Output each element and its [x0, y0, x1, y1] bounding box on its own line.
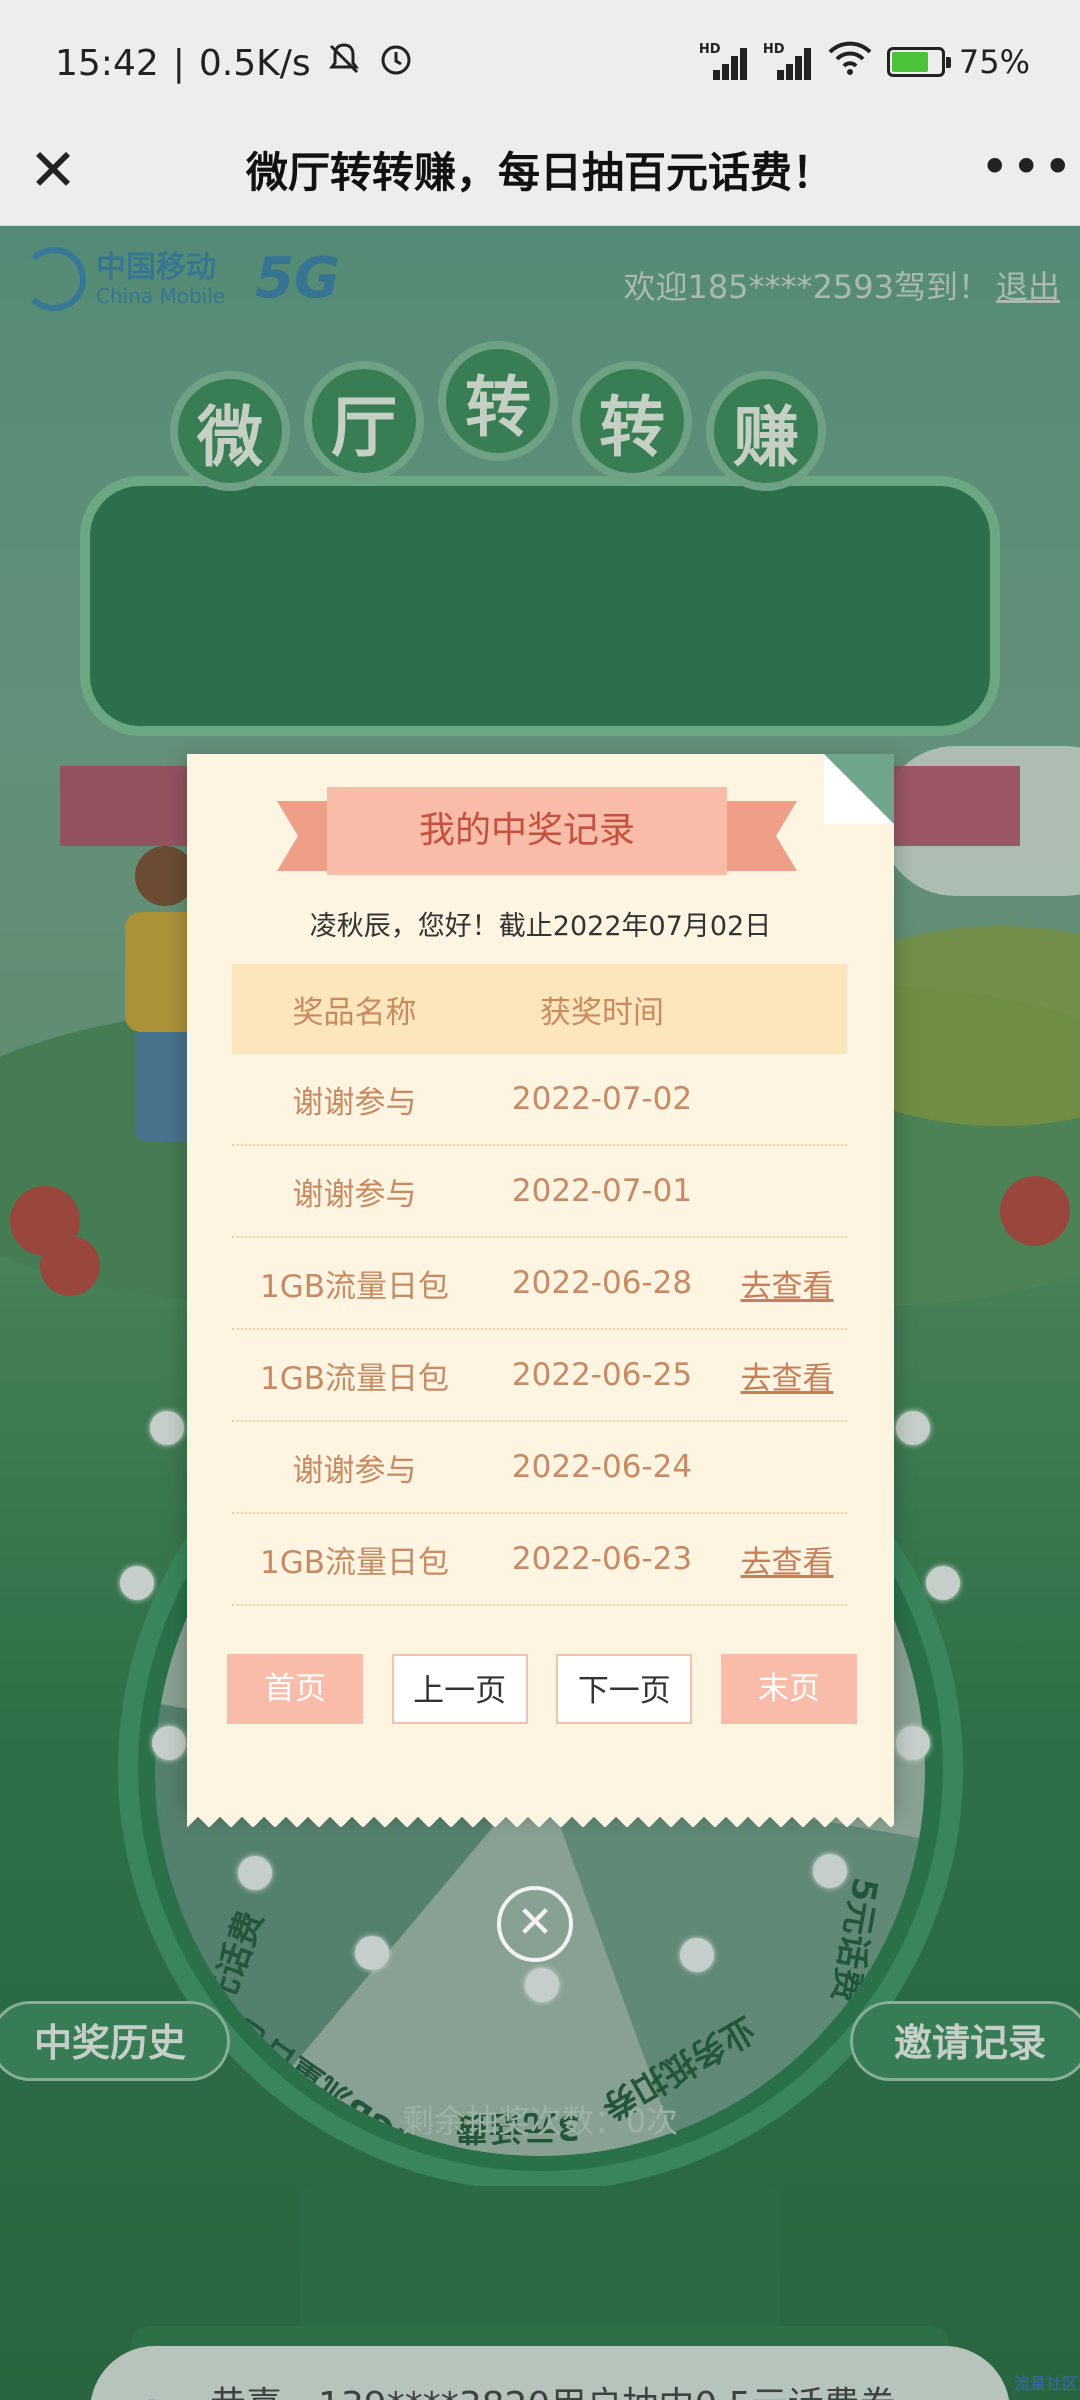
prize-name: 谢谢参与 — [292, 1176, 417, 1213]
signal-icon: HD — [763, 42, 813, 80]
prize-name: 1GB流量日包 — [259, 1544, 449, 1581]
table-row: 1GB流量日包 2022-06-28 去查看 — [232, 1238, 847, 1330]
first-page-button[interactable]: 首页 — [227, 1654, 363, 1724]
last-page-button[interactable]: 末页 — [720, 1654, 857, 1724]
battery-percent: 75% — [958, 43, 1030, 81]
separator: | — [172, 43, 185, 84]
column-header-prize: 奖品名称 — [292, 994, 417, 1031]
table-row: 1GB流量日包 2022-06-23 去查看 — [232, 1514, 847, 1606]
close-icon[interactable]: ✕ — [28, 140, 78, 200]
table-header: 奖品名称 获奖时间 — [232, 964, 847, 1054]
alarm-icon — [377, 40, 415, 87]
next-page-button[interactable]: 下一页 — [556, 1654, 693, 1724]
table-row: 谢谢参与 2022-06-24 — [232, 1422, 847, 1514]
prize-date: 2022-07-02 — [511, 1081, 693, 1117]
page-title: 微厅转转赚，每日抽百元话费！ — [245, 148, 834, 197]
modal-close-icon[interactable]: ✕ — [497, 1886, 573, 1962]
zigzag-edge — [187, 1807, 894, 1827]
prize-name: 谢谢参与 — [292, 1084, 417, 1121]
modal-title-ribbon: 我的中奖记录 — [277, 787, 797, 875]
battery-icon — [886, 47, 951, 77]
prize-date: 2022-06-24 — [511, 1449, 693, 1485]
column-header-date: 获奖时间 — [540, 994, 664, 1031]
prize-date: 2022-07-01 — [511, 1173, 693, 1209]
prize-date: 2022-06-25 — [511, 1357, 693, 1393]
table-row: 谢谢参与 2022-07-01 — [232, 1146, 847, 1238]
prize-name: 1GB流量日包 — [259, 1360, 449, 1397]
pagination: 首页 上一页 下一页 末页 — [227, 1654, 857, 1724]
prize-date: 2022-06-23 — [511, 1541, 693, 1577]
prize-table: 奖品名称 获奖时间 谢谢参与 2022-07-02 谢谢参与 2022-07-0… — [232, 964, 847, 1606]
wifi-icon — [827, 40, 873, 84]
view-link[interactable]: 去查看 — [727, 1537, 847, 1582]
page-fold-decoration — [824, 754, 894, 824]
network-speed: 0.5K/s — [198, 43, 311, 84]
title-bar: ✕ 微厅转转赚，每日抽百元话费！ ••• — [0, 120, 1080, 226]
clock: 15:42 — [55, 43, 159, 84]
signal-icon: HD — [699, 42, 749, 80]
greeting-text: 凌秋辰，您好！截止2022年07月02日 — [309, 911, 772, 942]
modal-title: 我的中奖记录 — [418, 810, 635, 851]
prev-page-button[interactable]: 上一页 — [391, 1654, 528, 1724]
activity-page: 中国移动 China Mobile 5G 欢迎185****2593驾到！ 退出 … — [0, 226, 1080, 2400]
ribbon-tail-right — [727, 801, 797, 871]
prize-name: 谢谢参与 — [292, 1452, 417, 1489]
table-row: 1GB流量日包 2022-06-25 去查看 — [232, 1330, 847, 1422]
prize-name: 1GB流量日包 — [259, 1268, 449, 1305]
more-icon[interactable]: ••• — [980, 142, 1072, 202]
mute-icon — [325, 40, 363, 87]
status-bar: 15:42 | 0.5K/s HD HD 75% — [0, 0, 1080, 120]
table-row: 谢谢参与 2022-07-02 — [232, 1054, 847, 1146]
view-link[interactable]: 去查看 — [727, 1353, 847, 1398]
view-link[interactable]: 去查看 — [727, 1261, 847, 1306]
prize-record-modal: 我的中奖记录 凌秋辰，您好！截止2022年07月02日 奖品名称 获奖时间 谢谢… — [187, 754, 894, 1827]
prize-date: 2022-06-28 — [511, 1265, 693, 1301]
